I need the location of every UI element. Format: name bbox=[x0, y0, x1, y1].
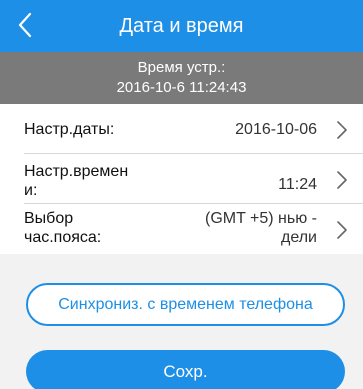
date-setting-value: 2016-10-06 bbox=[235, 121, 317, 138]
chevron-right-icon bbox=[337, 221, 347, 239]
save-button[interactable]: Сохр. bbox=[26, 350, 345, 389]
timezone-setting-value-line2: дели bbox=[281, 229, 317, 246]
page-title: Дата и время bbox=[119, 15, 244, 37]
date-setting-label: Настр.даты: bbox=[24, 121, 115, 138]
time-setting-label-line2: и: bbox=[24, 182, 38, 199]
settings-list: Настр.даты: 2016-10-06 Настр.времен и: 1… bbox=[0, 104, 363, 254]
time-setting-value: 11:24 bbox=[278, 176, 317, 193]
timezone-setting-label-line1: Выбор bbox=[24, 210, 74, 227]
timezone-setting-row[interactable]: Выбор час.пояса: (GMT +5) нью - дели bbox=[0, 204, 363, 254]
time-setting-label-line1: Настр.времен bbox=[24, 163, 129, 180]
timezone-setting-label-line2: час.пояса: bbox=[24, 229, 102, 246]
device-time-panel: Время устр.: 2016-10-6 11:24:43 bbox=[0, 52, 363, 104]
device-time-value: 2016-10-6 11:24:43 bbox=[116, 79, 247, 96]
time-setting-row[interactable]: Настр.времен и: 11:24 bbox=[0, 154, 363, 204]
timezone-setting-label: Выбор час.пояса: bbox=[24, 209, 159, 247]
top-bar: Дата и время bbox=[0, 0, 363, 52]
timezone-setting-value: (GMT +5) нью - дели bbox=[205, 209, 317, 247]
sync-with-phone-button[interactable]: Синхрониз. с временем телефона bbox=[26, 283, 345, 326]
timezone-setting-value-line1: (GMT +5) нью - bbox=[205, 210, 317, 227]
device-time-label: Время устр.: bbox=[137, 59, 226, 76]
date-setting-row[interactable]: Настр.даты: 2016-10-06 bbox=[0, 104, 363, 154]
time-setting-label: Настр.времен и: bbox=[24, 162, 159, 200]
chevron-right-icon bbox=[337, 121, 347, 139]
chevron-right-icon bbox=[337, 171, 347, 189]
